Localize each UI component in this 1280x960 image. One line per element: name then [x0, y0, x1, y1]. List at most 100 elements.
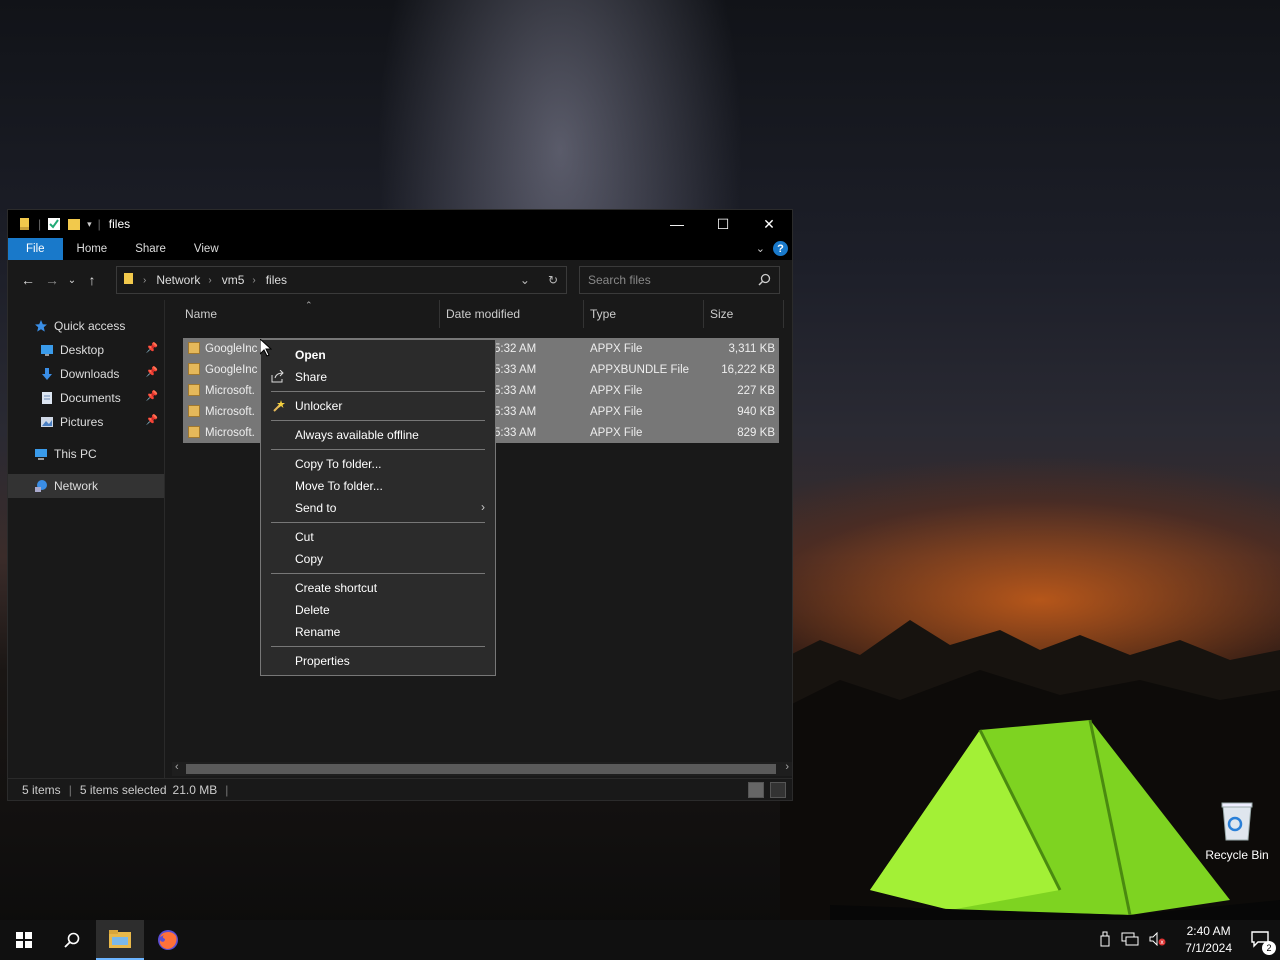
search-icon: [64, 932, 80, 948]
sidebar-item-network[interactable]: Network: [8, 474, 164, 498]
menu-item-open[interactable]: Open: [261, 344, 495, 366]
tab-view[interactable]: View: [180, 238, 233, 260]
address-bar[interactable]: › Network › vm5 › files ⌄ ↻: [116, 266, 567, 294]
maximize-button[interactable]: ☐: [700, 210, 746, 238]
menu-item-copy-to-folder[interactable]: Copy To folder...: [261, 453, 495, 475]
start-button[interactable]: [0, 920, 48, 960]
search-taskbar-button[interactable]: [48, 920, 96, 960]
menu-item-send-to[interactable]: Send to ›: [261, 497, 495, 519]
recycle-bin-icon: [1219, 800, 1255, 842]
folder-app-icon: [18, 217, 32, 231]
selected-size: 21.0 MB: [172, 782, 218, 797]
breadcrumb-files[interactable]: files: [266, 273, 287, 287]
menu-item-properties[interactable]: Properties: [261, 650, 495, 672]
appx-file-icon: [188, 405, 200, 417]
pin-icon[interactable]: 📌: [146, 343, 158, 354]
title-bar[interactable]: | ▾ | files — ☐ ✕: [8, 210, 792, 238]
details-view-button[interactable]: [748, 782, 764, 798]
chevron-right-icon[interactable]: ›: [252, 275, 255, 286]
appx-file-icon: [188, 363, 200, 375]
large-icons-view-button[interactable]: [770, 782, 786, 798]
tab-file[interactable]: File: [8, 238, 63, 260]
tab-home[interactable]: Home: [63, 238, 122, 260]
system-tray: x 2:40 AM 7/1/2024 2: [1099, 920, 1280, 960]
recent-locations-icon[interactable]: ⌄: [64, 275, 80, 286]
firefox-taskbar-button[interactable]: [144, 920, 192, 960]
pin-icon[interactable]: 📌: [146, 391, 158, 402]
search-icon[interactable]: [758, 273, 771, 289]
share-icon: [271, 369, 285, 386]
firefox-icon: [158, 930, 178, 950]
menu-item-unlocker[interactable]: Unlocker: [261, 395, 495, 417]
pin-icon[interactable]: 📌: [146, 415, 158, 426]
properties-icon[interactable]: [47, 217, 61, 231]
minimize-button[interactable]: —: [654, 210, 700, 238]
menu-item-cut[interactable]: Cut: [261, 526, 495, 548]
menu-item-move-to-folder[interactable]: Move To folder...: [261, 475, 495, 497]
recycle-bin-desktop-icon[interactable]: Recycle Bin: [1202, 800, 1272, 862]
menu-item-copy[interactable]: Copy: [261, 548, 495, 570]
download-icon: [40, 367, 54, 381]
scrollbar-thumb[interactable]: [186, 764, 776, 774]
up-button[interactable]: ↑: [80, 272, 104, 288]
pin-icon[interactable]: 📌: [146, 367, 158, 378]
menu-item-create-shortcut[interactable]: Create shortcut: [261, 577, 495, 599]
appx-file-icon: [188, 342, 200, 354]
search-input[interactable]: Search files: [579, 266, 780, 294]
chevron-right-icon[interactable]: ›: [208, 275, 211, 286]
volume-muted-icon[interactable]: x: [1149, 931, 1167, 949]
quick-access-toolbar: | ▾ |: [8, 217, 101, 231]
sidebar-item-this-pc[interactable]: This PC: [8, 442, 164, 466]
scroll-left-icon[interactable]: ‹: [175, 761, 179, 773]
submenu-arrow-icon: ›: [481, 500, 485, 514]
sidebar-item-downloads[interactable]: Downloads 📌: [8, 362, 164, 386]
clock-date: 7/1/2024: [1185, 941, 1232, 955]
appx-file-icon: [188, 384, 200, 396]
menu-item-delete[interactable]: Delete: [261, 599, 495, 621]
chevron-right-icon[interactable]: ›: [143, 275, 146, 286]
network-tray-icon[interactable]: [1121, 932, 1139, 949]
help-icon[interactable]: ?: [773, 241, 788, 256]
tab-share[interactable]: Share: [121, 238, 180, 260]
file-explorer-taskbar-button[interactable]: [96, 920, 144, 960]
usb-icon[interactable]: [1099, 931, 1111, 950]
column-date-modified[interactable]: Date modified: [446, 307, 520, 321]
svg-text:x: x: [1161, 939, 1165, 946]
star-icon: [34, 319, 48, 333]
back-button[interactable]: ←: [16, 272, 40, 288]
notification-count-badge: 2: [1262, 940, 1276, 955]
horizontal-scrollbar[interactable]: ‹ ›: [172, 761, 792, 776]
window-title: files: [108, 217, 131, 231]
column-type[interactable]: Type: [590, 307, 616, 321]
menu-item-rename[interactable]: Rename: [261, 621, 495, 643]
sidebar-item-pictures[interactable]: Pictures 📌: [8, 410, 164, 434]
forward-button[interactable]: →: [40, 272, 64, 288]
breadcrumb-vm5[interactable]: vm5: [222, 273, 245, 287]
scroll-right-icon[interactable]: ›: [785, 761, 789, 773]
window-controls: — ☐ ✕: [654, 210, 792, 238]
close-button[interactable]: ✕: [746, 210, 792, 238]
navigation-bar: ← → ⌄ ↑ › Network › vm5 › files ⌄ ↻ Sear…: [8, 260, 792, 300]
expand-ribbon-icon[interactable]: ⌄: [756, 242, 765, 255]
column-size[interactable]: Size: [710, 307, 733, 321]
context-menu: Open Share Unlocker Always available off…: [260, 339, 496, 676]
address-dropdown-icon[interactable]: ⌄: [520, 273, 530, 287]
sidebar-item-desktop[interactable]: Desktop 📌: [8, 338, 164, 362]
menu-item-always-offline[interactable]: Always available offline: [261, 424, 495, 446]
column-headers: Name ⌃ Date modified Type Size: [165, 300, 792, 328]
sidebar-item-documents[interactable]: Documents 📌: [8, 386, 164, 410]
sidebar-item-quick-access[interactable]: Quick access: [8, 314, 164, 338]
address-folder-icon: [123, 272, 135, 288]
selected-count: 5 items selected: [79, 782, 167, 797]
action-center-button[interactable]: 2: [1250, 930, 1276, 955]
refresh-icon[interactable]: ↻: [548, 273, 558, 287]
breadcrumb-network[interactable]: Network: [156, 273, 200, 287]
customize-toolbar-icon[interactable]: ▾: [87, 219, 92, 230]
column-name[interactable]: Name: [185, 307, 217, 321]
new-folder-icon[interactable]: [67, 217, 81, 231]
mouse-cursor-icon: [260, 339, 272, 357]
clock[interactable]: 2:40 AM 7/1/2024: [1185, 923, 1232, 957]
pc-icon: [34, 447, 48, 461]
document-icon: [40, 391, 54, 405]
menu-item-share[interactable]: Share: [261, 366, 495, 388]
